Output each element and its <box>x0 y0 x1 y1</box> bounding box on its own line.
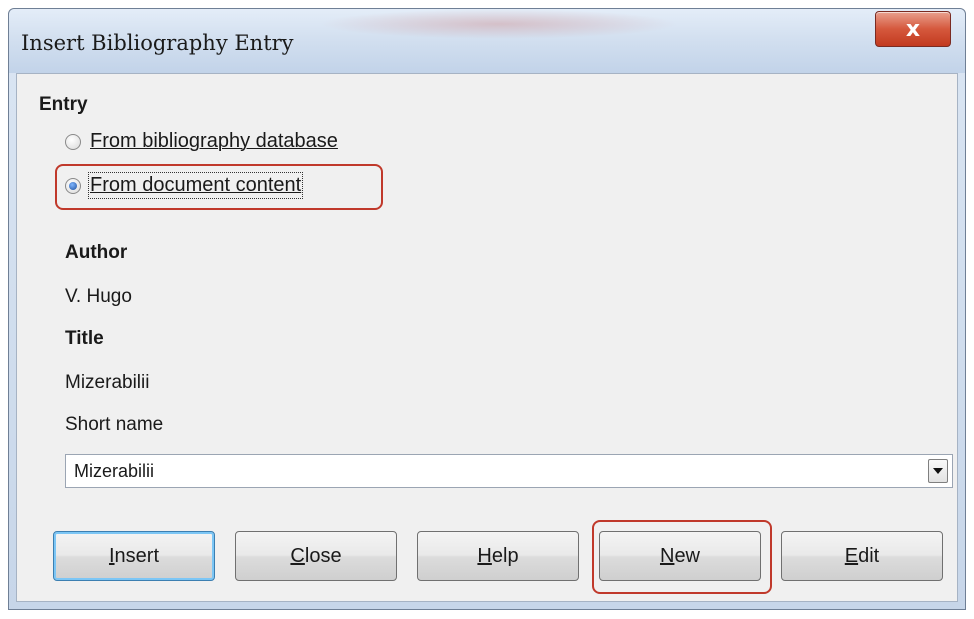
help-button[interactable]: Help <box>417 531 579 581</box>
author-value: V. Hugo <box>65 286 132 307</box>
radio-from-document[interactable]: From document content <box>65 172 304 199</box>
close-window-button[interactable]: x <box>875 11 951 47</box>
title-bar-glow <box>319 9 679 39</box>
radio-from-document-label[interactable]: From document content <box>87 172 304 199</box>
edit-button[interactable]: Edit <box>781 531 943 581</box>
insert-button-label: Insert <box>108 544 160 567</box>
radio-checked-icon[interactable] <box>65 177 81 194</box>
title-bar[interactable]: Insert Bibliography Entry x <box>9 9 965 73</box>
short-name-label-text: Short name <box>65 414 164 435</box>
entry-section-label: Entry <box>39 94 88 115</box>
author-label: Author <box>65 242 128 263</box>
short-name-combobox[interactable]: Mizerabilii <box>65 454 953 488</box>
short-name-input[interactable]: Mizerabilii <box>66 461 928 482</box>
close-button[interactable]: Close <box>235 531 397 581</box>
chevron-down-icon[interactable] <box>928 459 948 483</box>
close-icon: x <box>905 16 921 42</box>
title-value: Mizerabilii <box>65 372 150 393</box>
insert-button[interactable]: Insert <box>53 531 215 581</box>
edit-button-label: Edit <box>844 544 880 567</box>
title-label: Title <box>65 328 104 349</box>
radio-unchecked-icon[interactable] <box>65 133 81 150</box>
radio-from-database-label[interactable]: From bibliography database <box>90 130 338 153</box>
dialog-content: Entry From bibliography database From do… <box>16 73 958 602</box>
radio-from-database[interactable]: From bibliography database <box>65 130 338 153</box>
short-name-label: Short name <box>65 414 163 436</box>
new-button-label: New <box>659 544 701 567</box>
new-button[interactable]: New <box>599 531 761 581</box>
dialog-title: Insert Bibliography Entry <box>21 31 294 55</box>
help-button-label: Help <box>477 544 519 567</box>
close-button-label: Close <box>290 544 342 567</box>
dialog-window: Insert Bibliography Entry x Entry From b… <box>8 8 966 610</box>
